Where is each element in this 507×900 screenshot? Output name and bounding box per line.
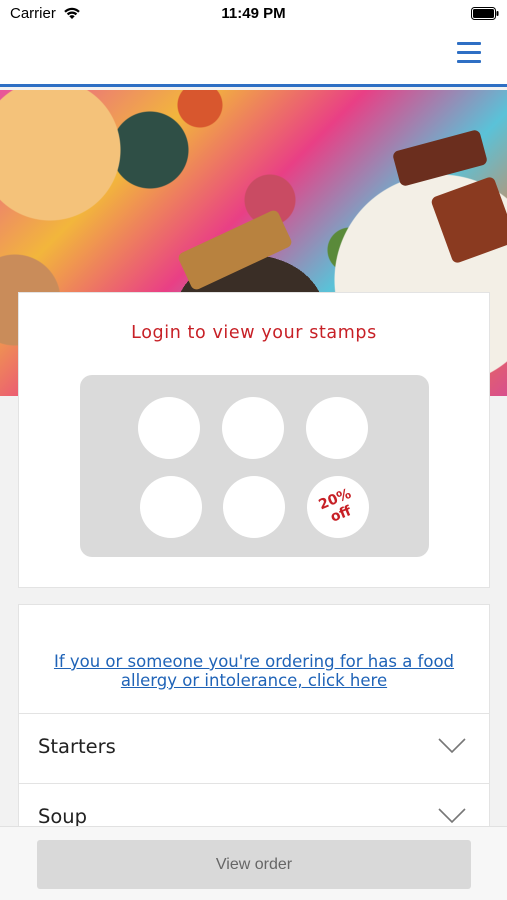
status-bar: Carrier 11:49 PM — [0, 0, 507, 30]
stamps-card: Login to view your stamps 20% off — [18, 292, 490, 588]
menu-card: If you or someone you're ordering for ha… — [18, 604, 490, 844]
stamp-reward-slot: 20% off — [307, 476, 369, 538]
category-label: Soup — [38, 805, 88, 828]
reward-label: 20% off — [316, 485, 354, 526]
view-order-button[interactable]: View order — [37, 840, 471, 889]
stamps-login-prompt[interactable]: Login to view your stamps — [19, 323, 489, 343]
status-time: 11:49 PM — [221, 5, 286, 22]
stamp-card-panel: 20% off — [80, 375, 429, 557]
app-header — [0, 30, 507, 87]
stamp-slot — [140, 476, 202, 538]
battery-icon — [471, 7, 499, 20]
hamburger-menu-icon[interactable] — [455, 39, 485, 67]
allergy-info-link[interactable]: If you or someone you're ordering for ha… — [19, 652, 489, 690]
category-row-starters[interactable]: Starters — [19, 713, 489, 783]
stamp-slot — [138, 397, 200, 459]
category-label: Starters — [38, 735, 116, 758]
stamp-slot — [223, 476, 285, 538]
stamp-slot — [306, 397, 368, 459]
chevron-down-icon — [438, 738, 466, 754]
bottom-bar: View order — [0, 826, 507, 900]
chevron-down-icon — [438, 808, 466, 824]
stamp-slot — [222, 397, 284, 459]
